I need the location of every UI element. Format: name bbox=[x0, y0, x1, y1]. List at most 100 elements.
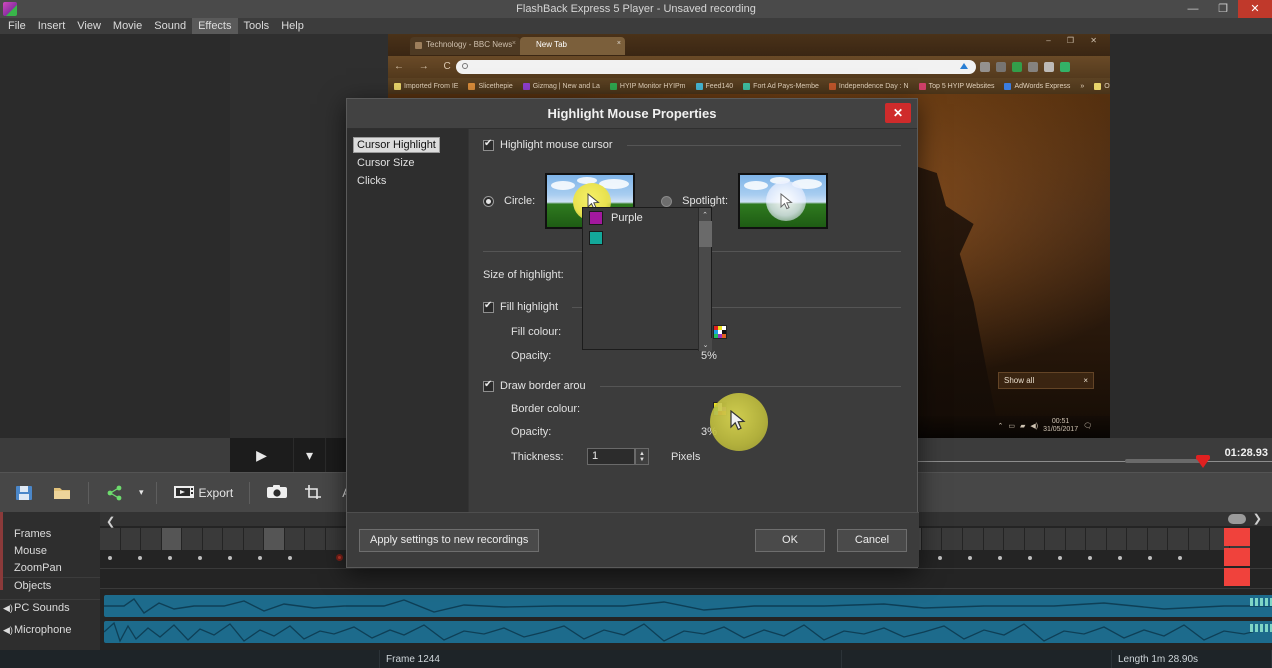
scrollbar-thumb[interactable] bbox=[699, 221, 712, 247]
timeline-end-markers[interactable] bbox=[1224, 528, 1250, 586]
restore-button[interactable]: ❐ bbox=[1208, 0, 1238, 18]
minimize-button[interactable]: — bbox=[1178, 0, 1208, 18]
fill-colour-palette-button[interactable] bbox=[713, 324, 727, 339]
bookmark-item[interactable]: HYIP Monitor HYIPm bbox=[609, 82, 686, 90]
microphone-waveform[interactable] bbox=[104, 621, 1272, 643]
thickness-spinner-arrows[interactable]: ▲ ▼ bbox=[635, 448, 649, 465]
dropdown-scrollbar[interactable]: ⌃ ⌄ bbox=[698, 208, 712, 351]
speaker-icon[interactable]: ◀) bbox=[3, 600, 13, 617]
highlight-mouse-cursor-row[interactable]: Highlight mouse cursor bbox=[483, 138, 901, 151]
circle-radio[interactable] bbox=[483, 195, 494, 207]
tray-notification-icon: 🗨 bbox=[1083, 423, 1092, 430]
show-all-button[interactable]: Show all bbox=[1004, 376, 1034, 385]
menu-sound[interactable]: Sound bbox=[148, 18, 192, 34]
option-label: Purple bbox=[611, 212, 643, 224]
scroll-up-icon[interactable]: ⌃ bbox=[699, 208, 711, 221]
close-button[interactable]: ✕ bbox=[1238, 0, 1272, 18]
bookmark-item[interactable]: Slicethepie bbox=[468, 82, 513, 90]
notice-close-icon[interactable]: × bbox=[1083, 376, 1088, 385]
share-button[interactable] bbox=[97, 480, 133, 506]
fill-highlight-checkbox[interactable] bbox=[483, 300, 494, 313]
crop-button[interactable] bbox=[296, 480, 332, 506]
bookmark-item[interactable]: Fort Ad Pays-Membe bbox=[743, 82, 819, 90]
bookmark-star-icon[interactable] bbox=[960, 63, 968, 69]
dropdown-option-teal[interactable] bbox=[583, 228, 711, 248]
nav-clicks[interactable]: Clicks bbox=[353, 173, 390, 189]
draw-border-checkbox[interactable] bbox=[483, 379, 494, 392]
browser-window-controls[interactable]: – ❐ ✕ bbox=[1046, 36, 1104, 45]
snapshot-button[interactable] bbox=[258, 480, 294, 506]
save-button[interactable] bbox=[6, 480, 42, 506]
scrollbar-thumb[interactable] bbox=[1228, 514, 1246, 524]
bookmark-item[interactable]: Top 5 HYIP Websites bbox=[918, 82, 994, 90]
export-button[interactable]: Export bbox=[165, 480, 242, 506]
dropdown-option-purple[interactable]: Purple bbox=[583, 208, 711, 228]
waveform-icon bbox=[104, 598, 1272, 614]
bookmark-other[interactable]: Other bookmarks bbox=[1094, 82, 1110, 90]
playhead-marker[interactable] bbox=[1196, 458, 1210, 468]
track-label-zoompan[interactable]: ZoomPan bbox=[0, 560, 100, 577]
bookmarks-overflow[interactable]: » bbox=[1080, 83, 1084, 90]
draw-border-label: Draw border arou bbox=[500, 380, 586, 392]
bookmark-label: HYIP Monitor HYIPm bbox=[619, 82, 686, 90]
track-label-mouse[interactable]: Mouse bbox=[0, 543, 100, 560]
track-label-microphone[interactable]: ◀) Microphone bbox=[0, 622, 100, 639]
menu-movie[interactable]: Movie bbox=[107, 18, 148, 34]
browser-extension-icons[interactable] bbox=[980, 60, 1100, 74]
title-bar: FlashBack Express 5 Player - Unsaved rec… bbox=[0, 0, 1272, 18]
export-icon bbox=[173, 484, 194, 502]
track-label-objects[interactable]: Objects bbox=[0, 577, 100, 594]
nav-cursor-size[interactable]: Cursor Size bbox=[353, 155, 418, 171]
highlight-mouse-cursor-checkbox[interactable] bbox=[483, 138, 494, 151]
pc-sounds-waveform[interactable] bbox=[104, 595, 1272, 617]
tab-close-icon[interactable]: × bbox=[617, 40, 621, 47]
play-button[interactable]: ▶ bbox=[230, 438, 294, 472]
mouse-cursor-icon bbox=[730, 409, 746, 437]
fill-colour-dropdown-list[interactable]: Purple ⌃ ⌄ bbox=[582, 207, 712, 351]
track-label-pcsounds[interactable]: ◀) PC Sounds bbox=[0, 599, 100, 616]
open-button[interactable] bbox=[44, 480, 80, 506]
spotlight-radio[interactable] bbox=[661, 195, 673, 207]
bookmark-item[interactable]: AdWords Express bbox=[1004, 82, 1070, 90]
dialog-category-list: Cursor Highlight Cursor Size Clicks bbox=[347, 129, 469, 514]
menu-help[interactable]: Help bbox=[275, 18, 310, 34]
menu-view[interactable]: View bbox=[71, 18, 107, 34]
share-icon bbox=[105, 484, 125, 502]
browser-tab-newtab[interactable]: New Tab × bbox=[520, 37, 625, 55]
draw-border-row[interactable]: Draw border arou bbox=[483, 379, 901, 392]
bookmark-item[interactable]: Independence Day : N bbox=[828, 82, 909, 90]
apply-to-new-recordings-button[interactable]: Apply settings to new recordings bbox=[359, 528, 540, 552]
dialog-close-button[interactable]: ✕ bbox=[885, 103, 911, 123]
menu-tools[interactable]: Tools bbox=[238, 18, 276, 34]
app-icon bbox=[3, 2, 17, 16]
menu-effects[interactable]: Effects bbox=[192, 18, 238, 34]
scroll-right-icon[interactable]: ❯ bbox=[1247, 512, 1268, 526]
ok-button[interactable]: OK bbox=[755, 528, 825, 552]
border-thickness-input[interactable]: 1 bbox=[587, 448, 635, 465]
bookmark-item[interactable]: Gizmag | New and La bbox=[522, 82, 600, 90]
scroll-left-icon[interactable]: ❮ bbox=[100, 516, 121, 528]
browser-tabstrip: Technology - BBC News × New Tab × – ❐ ✕ bbox=[388, 34, 1110, 56]
menu-file[interactable]: File bbox=[2, 18, 32, 34]
scrub-track[interactable] bbox=[1125, 459, 1205, 463]
browser-address-bar[interactable] bbox=[456, 60, 976, 74]
bookmark-item[interactable]: Imported From IE bbox=[394, 82, 458, 90]
scroll-down-icon[interactable]: ⌄ bbox=[699, 338, 712, 351]
tab-close-icon[interactable]: × bbox=[512, 40, 516, 47]
toolbar-separator bbox=[155, 481, 157, 504]
crop-icon bbox=[304, 484, 324, 502]
browser-tab-bbc[interactable]: Technology - BBC News × bbox=[410, 37, 520, 55]
cancel-button[interactable]: Cancel bbox=[837, 528, 907, 552]
menu-insert[interactable]: Insert bbox=[32, 18, 72, 34]
section-rule bbox=[626, 144, 901, 146]
fill-colour-label: Fill colour: bbox=[511, 325, 562, 338]
objects-track[interactable] bbox=[100, 568, 1272, 586]
thickness-units-label: Pixels bbox=[671, 450, 701, 463]
nav-cursor-highlight[interactable]: Cursor Highlight bbox=[353, 137, 440, 153]
spotlight-preview[interactable] bbox=[738, 173, 829, 229]
track-label-frames[interactable]: Frames bbox=[0, 526, 100, 543]
share-dropdown-button[interactable]: ▾ bbox=[135, 483, 148, 502]
bookmark-item[interactable]: Feed140 bbox=[695, 82, 733, 90]
play-options-dropdown[interactable]: ▾ bbox=[294, 438, 326, 472]
speaker-icon[interactable]: ◀) bbox=[3, 622, 13, 639]
